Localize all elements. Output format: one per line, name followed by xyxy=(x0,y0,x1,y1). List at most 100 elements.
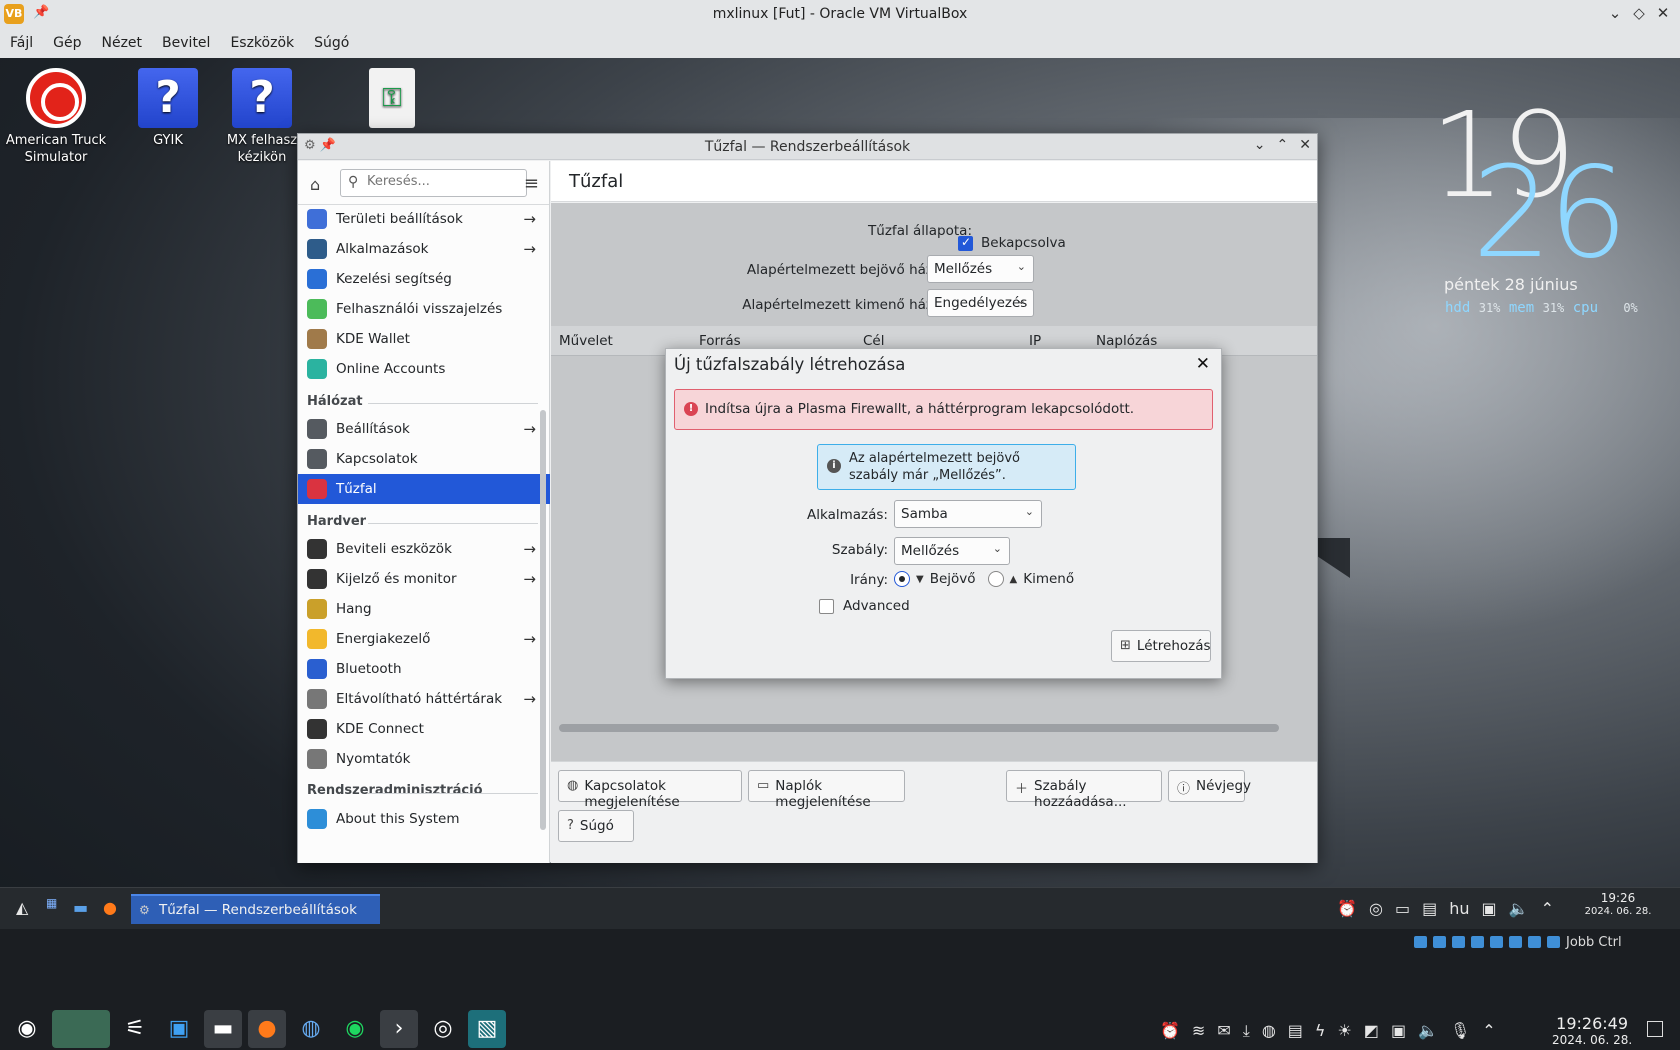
home-icon[interactable]: ⌂ xyxy=(310,175,320,194)
incoming-policy-select[interactable]: Mellőzés ⌄ xyxy=(927,255,1034,283)
advanced-checkbox[interactable]: Advanced xyxy=(819,598,910,614)
sidebar-item-nyomtatok[interactable]: Nyomtatók xyxy=(298,744,550,774)
show-connections-button[interactable]: ◍ Kapcsolatok megjelenítése xyxy=(558,770,742,810)
sidebar-item-alkalmazasok[interactable]: Alkalmazások → xyxy=(298,234,550,264)
sidebar-item-bluetooth[interactable]: Bluetooth xyxy=(298,654,550,684)
sidebar-item-kezelesi-segitseg[interactable]: Kezelési segítség xyxy=(298,264,550,294)
network-icon[interactable]: ▣ xyxy=(1391,1021,1406,1041)
sidebar-item-kijelzo-es-monitor[interactable]: Kijelző és monitor → xyxy=(298,564,550,594)
steam-tray-icon[interactable]: ◍ xyxy=(1262,1021,1276,1041)
outgoing-radio[interactable] xyxy=(987,571,1004,587)
opensuse-menu-icon[interactable]: ◉ xyxy=(8,1010,46,1048)
horizontal-scrollbar[interactable] xyxy=(559,724,1279,732)
search-input[interactable] xyxy=(367,174,517,189)
column-logging[interactable]: Naplózás xyxy=(1096,333,1157,349)
file-manager-icon[interactable]: ▬ xyxy=(204,1009,242,1048)
nvidia-icon[interactable]: ◩ xyxy=(1364,1021,1379,1041)
volume-icon[interactable]: 🔈 xyxy=(1418,1021,1438,1041)
sidebar-item-kde-connect[interactable]: KDE Connect xyxy=(298,714,550,744)
about-button[interactable]: ⓘ Névjegy xyxy=(1168,770,1251,802)
volume-icon[interactable]: 🔈 xyxy=(1509,899,1529,918)
column-destination[interactable]: Cél xyxy=(863,333,884,349)
network-icon[interactable]: ▣ xyxy=(1482,899,1497,918)
power-icon[interactable]: ϟ xyxy=(1315,1021,1326,1041)
sidebar-item-energiakezelo[interactable]: Energiakezelő → xyxy=(298,624,550,654)
column-ip[interactable]: IP xyxy=(1029,333,1041,349)
desktop-icon-key-file[interactable]: ⚿ xyxy=(336,68,448,132)
maximize-icon[interactable]: ⌃ xyxy=(1277,137,1289,153)
incoming-radio[interactable] xyxy=(894,571,910,587)
microphone-icon[interactable]: 🎙 xyxy=(1450,1021,1470,1041)
sliders-icon[interactable]: ⚟ xyxy=(116,1010,154,1048)
menu-view[interactable]: Nézet xyxy=(102,35,143,51)
download-icon[interactable]: ⤓ xyxy=(1243,1021,1250,1041)
menu-help[interactable]: Súgó xyxy=(314,35,349,51)
folder-icon[interactable]: ▬ xyxy=(73,898,88,917)
firefox-icon[interactable]: ● xyxy=(248,1009,286,1048)
store-icon[interactable]: ▣ xyxy=(160,1010,198,1048)
mail-icon[interactable]: ✉ xyxy=(1217,1021,1230,1041)
brightness-icon[interactable]: ☀ xyxy=(1337,1021,1351,1041)
sidebar-item-about-this-system[interactable]: About this System xyxy=(298,804,550,834)
sidebar-item-beallitasok[interactable]: Beállítások → xyxy=(298,414,550,444)
terminal-icon[interactable]: › xyxy=(380,1009,418,1048)
sidebar-item-hang[interactable]: Hang xyxy=(298,594,550,624)
desktop-icon-mx-manual[interactable]: ? MX felhasz kézikön xyxy=(224,68,300,166)
workspace-pager[interactable] xyxy=(52,1009,110,1048)
sidebar-item-kde-wallet[interactable]: KDE Wallet xyxy=(298,324,550,354)
firefox-icon[interactable]: ● xyxy=(103,898,117,917)
alarm-icon[interactable]: ⏰ xyxy=(1160,1021,1180,1041)
sidebar-item-tuzfal[interactable]: Tűzfal xyxy=(298,474,550,504)
clipboard-icon[interactable]: ▤ xyxy=(1288,1021,1303,1041)
rule-select[interactable]: Mellőzés ⌄ xyxy=(894,537,1010,565)
spotify-icon[interactable]: ◉ xyxy=(336,1010,374,1048)
virtualbox-icon[interactable]: ▧ xyxy=(468,1009,506,1048)
notifications-icon[interactable]: ⏰ xyxy=(1337,899,1357,918)
chevron-up-icon[interactable]: ⌃ xyxy=(1482,1021,1495,1041)
panel-clock[interactable]: 19:26 2024. 06. 28. xyxy=(1580,892,1656,918)
add-rule-button[interactable]: ＋ Szabály hozzáadása... xyxy=(1006,770,1162,810)
sidebar-item-online-accounts[interactable]: Online Accounts xyxy=(298,354,550,384)
pager-icon[interactable]: ▦ xyxy=(46,896,57,910)
restore-icon[interactable]: ◇ xyxy=(1632,4,1646,22)
sidebar-item-kapcsolatok[interactable]: Kapcsolatok xyxy=(298,444,550,474)
show-logs-button[interactable]: ▭ Naplók megjelenítése xyxy=(748,770,905,810)
close-icon[interactable]: ✕ xyxy=(1196,354,1210,374)
minimize-icon[interactable]: ⌄ xyxy=(1608,4,1622,22)
outgoing-policy-select[interactable]: Engedélyezés ⌄ xyxy=(927,289,1034,317)
menu-machine[interactable]: Gép xyxy=(53,35,81,51)
menu-tools[interactable]: Eszközök xyxy=(230,35,294,51)
close-icon[interactable]: ✕ xyxy=(1299,137,1311,153)
firewall-enabled-checkbox[interactable]: Bekapcsolva xyxy=(958,235,1066,251)
application-select[interactable]: Samba ⌄ xyxy=(894,500,1042,528)
sidebar-item-felhasznaloi-visszajelzes[interactable]: Felhasználói visszajelzés xyxy=(298,294,550,324)
sidebar-item-eltavolithato-hattertarak[interactable]: Eltávolítható háttértárak → xyxy=(298,684,550,714)
show-desktop-button[interactable] xyxy=(1647,1021,1663,1037)
obs-icon[interactable]: ◎ xyxy=(424,1010,462,1048)
hamburger-menu-icon[interactable]: ≡ xyxy=(524,173,539,194)
close-icon[interactable]: ✕ xyxy=(1656,4,1670,22)
app-launcher-icon[interactable]: ◭ xyxy=(16,898,28,917)
sidebar-scrollbar[interactable] xyxy=(540,410,546,830)
host-clock[interactable]: 19:26:49 2024. 06. 28. xyxy=(1552,1014,1632,1047)
search-field[interactable]: ⚲ xyxy=(340,169,527,197)
keyboard-layout[interactable]: hu xyxy=(1449,899,1469,918)
chevron-up-icon[interactable]: ⌃ xyxy=(1541,899,1554,918)
rss-icon[interactable]: ≋ xyxy=(1192,1021,1205,1041)
terminal-icon[interactable]: ▭ xyxy=(1395,899,1410,918)
minimize-icon[interactable]: ⌄ xyxy=(1254,137,1266,153)
sidebar-item-teruleti-beallitasok[interactable]: Területi beállítások → xyxy=(298,206,550,234)
menu-input[interactable]: Bevitel xyxy=(162,35,210,51)
steam-icon[interactable]: ◍ xyxy=(292,1010,330,1048)
clipboard-icon[interactable]: ▤ xyxy=(1422,899,1437,918)
taskbar-item-firewall[interactable]: ⚙ Tűzfal — Rendszerbeállítások xyxy=(131,894,380,924)
update-icon[interactable]: ◎ xyxy=(1369,899,1383,918)
desktop-icon-gyik[interactable]: ? GYIK xyxy=(112,68,224,149)
desktop-icon-american-truck-simulator[interactable]: American Truck Simulator xyxy=(0,68,112,166)
menu-file[interactable]: Fájl xyxy=(10,35,33,51)
create-button[interactable]: ⊞ Létrehozás xyxy=(1111,630,1211,662)
column-action[interactable]: Művelet xyxy=(559,333,613,349)
column-source[interactable]: Forrás xyxy=(699,333,741,349)
help-button[interactable]: ? Súgó xyxy=(558,810,634,842)
sidebar-item-beviteli-eszkozok[interactable]: Beviteli eszközök → xyxy=(298,534,550,564)
